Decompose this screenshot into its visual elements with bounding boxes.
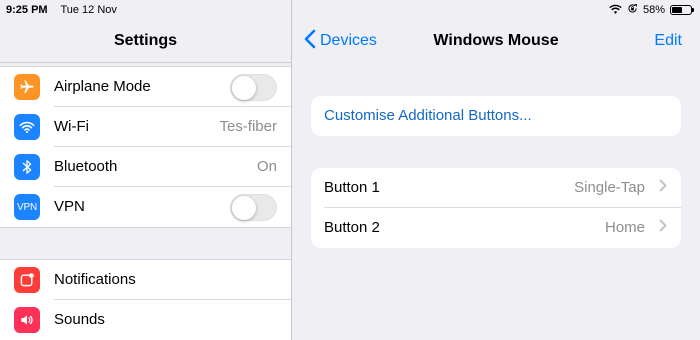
settings-row-airplane-mode[interactable]: Airplane Mode bbox=[0, 67, 291, 107]
button-1-row[interactable]: Button 1 Single-Tap bbox=[311, 168, 681, 208]
chevron-right-icon bbox=[659, 168, 667, 208]
bluetooth-icon bbox=[14, 154, 40, 180]
button-1-value: Single-Tap bbox=[574, 179, 645, 196]
toggle-knob bbox=[232, 76, 256, 100]
battery-fill bbox=[672, 7, 683, 13]
sounds-label: Sounds bbox=[54, 311, 105, 328]
customise-additional-buttons-link[interactable]: Customise Additional Buttons... bbox=[311, 96, 681, 136]
settings-group-notifications: Notifications Sounds bbox=[0, 259, 291, 340]
status-time: 9:25 PM bbox=[6, 4, 48, 16]
edit-button[interactable]: Edit bbox=[654, 30, 682, 52]
wifi-network-value: Tes-fiber bbox=[219, 118, 277, 135]
settings-row-notifications[interactable]: Notifications bbox=[0, 260, 291, 300]
wifi-status-icon bbox=[609, 4, 622, 17]
status-bar-right: 58% bbox=[609, 2, 694, 18]
airplane-mode-toggle[interactable] bbox=[230, 74, 277, 101]
header-divider bbox=[0, 62, 291, 63]
chevron-right-icon bbox=[659, 208, 667, 248]
settings-row-wifi[interactable]: Wi-Fi Tes-fiber bbox=[0, 107, 291, 147]
button-2-row[interactable]: Button 2 Home bbox=[311, 208, 681, 248]
airplane-mode-label: Airplane Mode bbox=[54, 78, 151, 95]
battery-icon bbox=[670, 5, 694, 15]
vpn-icon: VPN bbox=[14, 194, 40, 220]
status-bar-left: 9:25 PM Tue 12 Nov bbox=[6, 2, 117, 18]
settings-title: Settings bbox=[113, 32, 178, 49]
bluetooth-status-value: On bbox=[256, 158, 277, 175]
button-2-label: Button 2 bbox=[324, 219, 380, 236]
orientation-lock-icon bbox=[627, 3, 638, 17]
button-mappings-card: Button 1 Single-Tap Button 2 Home bbox=[311, 168, 681, 248]
button-2-value: Home bbox=[604, 219, 645, 236]
notifications-label: Notifications bbox=[54, 271, 136, 288]
settings-group-connectivity: Airplane Mode Wi-Fi Tes-fiber Bluetooth … bbox=[0, 66, 291, 228]
ipad-screen: 9:25 PM Tue 12 Nov Settings Airplane Mod… bbox=[0, 0, 700, 340]
battery-percentage: 58% bbox=[642, 4, 665, 16]
settings-row-vpn[interactable]: VPN VPN bbox=[0, 187, 291, 227]
customise-card: Customise Additional Buttons... bbox=[311, 96, 681, 136]
airplane-icon bbox=[14, 74, 40, 100]
wifi-label: Wi-Fi bbox=[54, 118, 89, 135]
sounds-icon bbox=[14, 307, 40, 333]
vpn-icon-text: VPN bbox=[17, 201, 37, 213]
button-1-label: Button 1 bbox=[324, 179, 380, 196]
status-date: Tue 12 Nov bbox=[60, 4, 117, 16]
settings-sidebar: 9:25 PM Tue 12 Nov Settings Airplane Mod… bbox=[0, 0, 291, 340]
settings-row-sounds[interactable]: Sounds bbox=[0, 300, 291, 340]
vpn-toggle[interactable] bbox=[230, 194, 277, 221]
toggle-knob bbox=[232, 196, 256, 220]
settings-row-bluetooth[interactable]: Bluetooth On bbox=[0, 147, 291, 187]
bluetooth-label: Bluetooth bbox=[54, 158, 118, 175]
notifications-icon bbox=[14, 267, 40, 293]
page-title: Windows Mouse bbox=[433, 32, 559, 49]
detail-pane: 58% Devices Windows Mouse Edit Customise… bbox=[292, 0, 700, 340]
vpn-label: VPN bbox=[54, 198, 85, 215]
wifi-icon bbox=[14, 114, 40, 140]
